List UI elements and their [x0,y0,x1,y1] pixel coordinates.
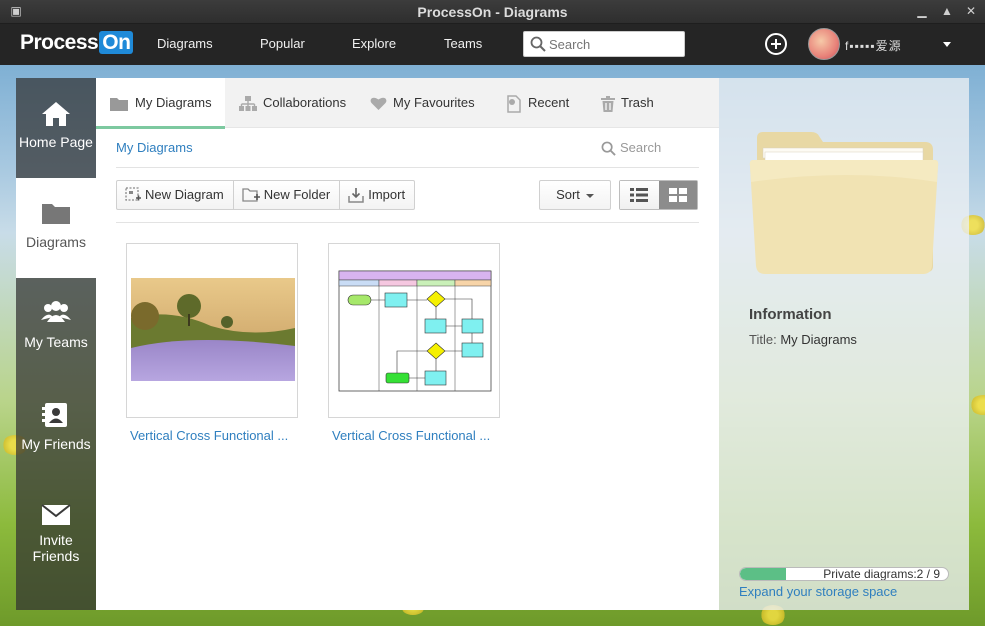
background-flower [970,395,985,415]
diagram-card[interactable] [328,243,500,418]
heart-icon [370,97,387,111]
user-menu-caret-icon[interactable] [943,42,951,47]
close-icon[interactable]: ✕ [963,3,979,19]
diagram-card-name[interactable]: Vertical Cross Functional ... [130,428,302,443]
new-diagram-label: New Diagram [145,187,224,202]
nav-explore[interactable]: Explore [352,36,396,51]
sort-label: Sort [556,187,580,202]
logo-text-process: Process [20,31,99,54]
large-folder-icon [749,132,939,274]
sidebar-item-label: Invite Friends [32,532,80,564]
folder-icon [110,97,128,111]
storage-text: Private diagrams:2 / 9 [823,567,940,581]
tab-recent[interactable]: Recent [506,78,569,128]
processon-logo[interactable]: Process On [20,31,134,55]
username[interactable]: f▪▪▪▪▪爱源 [845,37,902,54]
new-diagram-icon [125,186,141,201]
sidebar-item-label: Diagrams [26,234,86,250]
divider [116,167,699,168]
import-icon [348,187,364,203]
list-view-button[interactable] [620,181,659,209]
team-icon [41,301,71,322]
grid-view-button[interactable] [658,181,697,209]
tab-label: My Diagrams [135,95,212,110]
sidebar-item-label: My Friends [21,436,91,452]
sidebar-item-my-friends[interactable]: My Friends [16,378,96,478]
sidebar-item-my-teams[interactable]: My Teams [16,278,96,378]
info-panel: Information Title: My Diagrams Private d… [719,78,969,610]
tab-collaborations[interactable]: Collaborations [239,78,346,128]
org-chart-icon [239,95,257,111]
nav-diagrams[interactable]: Diagrams [157,36,213,51]
trash-icon [601,95,615,112]
home-icon [42,102,70,126]
breadcrumb[interactable]: My Diagrams [116,140,193,155]
nav-teams[interactable]: Teams [444,36,482,51]
main-panel: My Diagrams Collaborations My Favourites… [96,78,719,610]
logo-text-on: On [99,31,134,54]
info-title-row: Title: My Diagrams [749,332,857,347]
sidebar-item-label: Home Page [19,134,93,150]
info-title-label: Title: [749,332,777,347]
new-diagram-button[interactable]: New Diagram [117,181,234,209]
swimlane-flowchart-thumbnail [338,270,492,392]
new-folder-icon [242,187,260,202]
diagram-card-name[interactable]: Vertical Cross Functional ... [332,428,504,443]
landscape-photo-thumbnail [131,278,295,381]
minimize-icon[interactable]: ▁ [914,3,930,19]
tab-label: Recent [528,95,570,110]
sort-dropdown[interactable]: Sort [539,180,611,210]
tab-trash[interactable]: Trash [601,78,654,128]
new-folder-label: New Folder [263,187,331,202]
nav-popular[interactable]: Popular [260,36,305,51]
storage-progress-bar: Private diagrams:2 / 9 [739,567,949,581]
top-search-box[interactable] [523,31,685,57]
sidebar-item-home-page[interactable]: Home Page [16,78,96,178]
contacts-icon [42,403,67,427]
list-view-icon [630,188,649,202]
tab-label: My Favourites [393,95,475,110]
info-heading: Information [749,306,832,323]
sidebar-item-invite-friends[interactable]: Invite Friends [16,478,96,610]
diagram-card[interactable] [126,243,298,418]
search-icon [601,141,616,156]
window-titlebar: ▣ ProcessOn - Diagrams ▁ ▲ ✕ [0,0,985,24]
expand-storage-link[interactable]: Expand your storage space [739,584,897,599]
grid-view-icon [668,188,687,202]
avatar[interactable] [808,28,840,60]
view-toggle [619,180,698,210]
diagram-search-label: Search [620,140,662,155]
tab-my-favourites[interactable]: My Favourites [370,78,475,128]
maximize-icon[interactable]: ▲ [939,3,955,19]
info-title-value: My Diagrams [780,332,857,347]
diagram-search[interactable]: Search [601,140,661,156]
divider [116,222,699,223]
window-title: ProcessOn - Diagrams [417,4,568,20]
chevron-down-icon [585,193,594,198]
import-label: Import [368,187,406,202]
import-button[interactable]: Import [340,181,414,209]
top-search-input[interactable] [549,35,679,53]
tab-my-diagrams[interactable]: My Diagrams [96,78,225,129]
tab-bar: My Diagrams Collaborations My Favourites… [96,78,719,129]
search-icon [530,36,546,52]
action-button-group: New Diagram New Folder Import [116,180,416,210]
create-new-icon[interactable] [765,33,787,55]
storage-progress-fill [740,568,787,580]
folder-icon [42,204,70,224]
top-navigation: Process On Diagrams Popular Explore Teams… [0,24,985,65]
sidebar-item-label: My Teams [24,334,88,350]
recent-file-icon [507,94,521,113]
tab-label: Trash [621,95,654,110]
envelope-icon [41,504,71,525]
tab-label: Collaborations [263,95,347,110]
sidebar-item-diagrams[interactable]: Diagrams [16,178,96,278]
left-sidebar: Home Page Diagrams My Teams My Friends I… [16,78,96,610]
new-folder-button[interactable]: New Folder [234,181,341,209]
